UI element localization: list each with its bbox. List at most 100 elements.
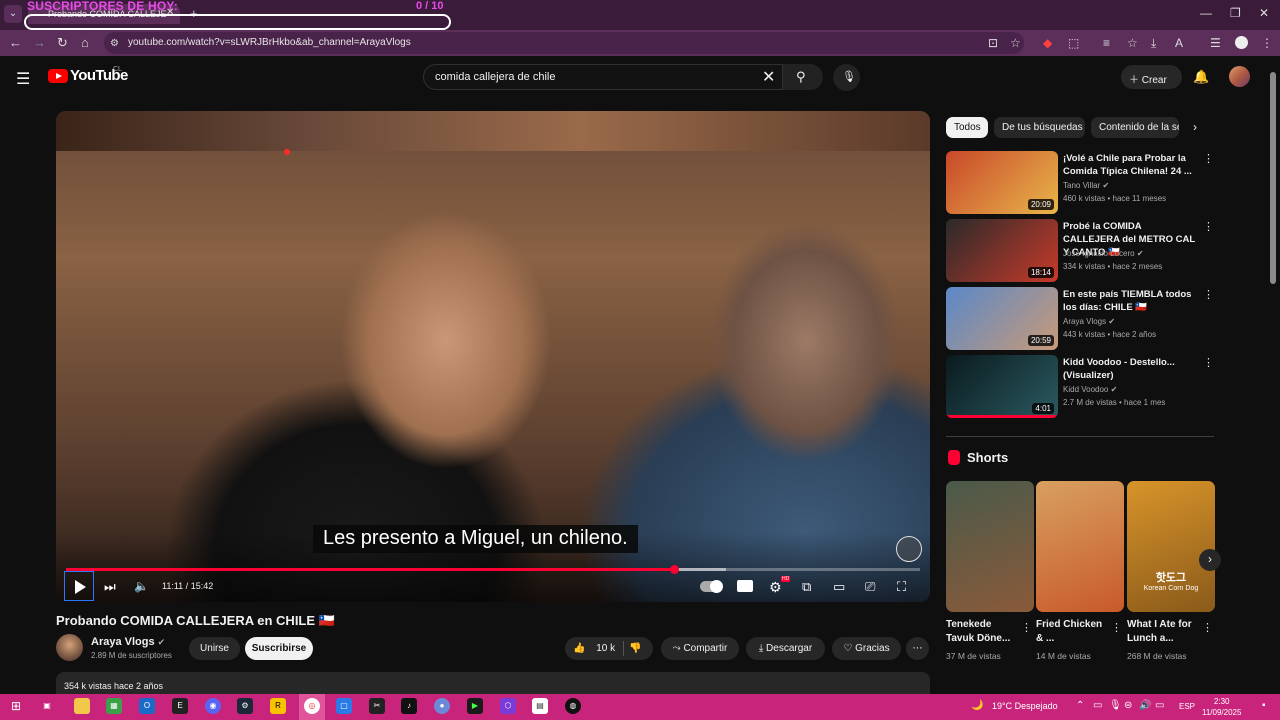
play-button[interactable] [64,571,94,601]
video-title[interactable]: ¡Volé a Chile para Probar la Comida Típi… [1063,152,1199,178]
account-avatar[interactable] [1229,66,1250,87]
app-icon-round[interactable]: ● [434,698,450,714]
profile-manager-icon[interactable]: ≡ [1103,36,1110,50]
chip-contenido[interactable]: Contenido de la se [1091,117,1179,138]
page-scrollbar[interactable] [1270,72,1276,284]
dislike-icon[interactable]: 👎 [629,637,641,660]
bookmark-star-icon[interactable]: ☆ [1010,36,1021,50]
short-thumbnail[interactable]: 핫도그 Korean Corn Dog [1127,481,1215,612]
forward-icon[interactable]: → [33,35,46,50]
translate-icon[interactable]: A [1175,36,1183,50]
reload-icon[interactable]: ↻ [57,35,68,51]
network-tray-icon[interactable]: ▭ [1093,700,1102,711]
steam-icon[interactable]: ⚙ [237,698,253,714]
video-thumbnail[interactable]: 20:09 [946,151,1058,214]
extensions-puzzle-icon[interactable]: ⬚ [1068,36,1079,50]
like-icon[interactable]: 👍 [573,643,585,654]
tray-overflow-icon[interactable]: ⌃ [1076,700,1084,711]
short-thumbnail[interactable] [1036,481,1124,612]
miniplayer-icon[interactable]: ⧉ [802,579,811,595]
task-view-icon[interactable]: ▣ [39,698,55,714]
chip-todos[interactable]: Todos [946,117,988,138]
short-item[interactable]: 핫도그 Korean Corn Dog What I Ate for Lunch a… [1127,481,1215,661]
notepad-icon[interactable]: ▤ [532,698,548,714]
close-window-icon[interactable]: ✕ [1259,6,1269,20]
notifications-bell-icon[interactable]: 🔔 [1193,69,1209,85]
downloads-icon[interactable]: ⤓ [1151,36,1156,51]
channel-name[interactable]: Jose Ignacio Lucero ✔ [1063,249,1144,258]
search-query[interactable]: comida callejera de chile [435,71,555,83]
short-title[interactable]: Fried Chicken & ... [1036,618,1108,646]
obs-icon[interactable]: ◍ [565,698,581,714]
more-options-icon[interactable]: ⋮ [1111,621,1122,634]
youtube-logo-icon[interactable] [48,69,68,83]
video-title[interactable]: Kidd Voodoo - Destello... (Visualizer) [1063,356,1199,382]
channel-name[interactable]: Tano Villar ✔ [1063,181,1109,190]
more-options-icon[interactable]: ⋮ [1203,220,1214,233]
weather-moon-icon[interactable]: 🌙 [971,700,983,711]
short-title[interactable]: Tenekede Tavuk Döne... [946,618,1018,646]
url-text[interactable]: youtube.com/watch?v=sLWRJBrHkbo&ab_chann… [128,37,411,48]
subscribe-button[interactable]: Suscribirse [245,637,313,660]
settings-gear-icon[interactable]: ⚙ [769,579,782,596]
cast-icon[interactable]: ⎚ [865,579,875,595]
progress-scrubber[interactable] [670,565,680,574]
shorts-next-icon[interactable]: › [1199,549,1221,571]
file-explorer-icon[interactable] [74,698,90,714]
video-thumbnail[interactable]: 4:01 [946,355,1058,418]
start-windows-icon[interactable]: ⊞ [8,698,24,714]
weather-text[interactable]: 19°C Despejado [992,701,1058,711]
wifi-icon[interactable]: ⊜ [1124,700,1132,711]
next-video-icon[interactable]: ⏭ [104,579,116,595]
app-icon-purple[interactable]: ⬡ [500,698,516,714]
nvidia-icon[interactable]: ▶ [467,698,483,714]
speaker-icon[interactable]: 🔊 [1139,700,1151,711]
channel-avatar[interactable] [56,634,83,661]
outlook-icon[interactable]: O [139,698,155,714]
recommended-video[interactable]: 18:14 Probé la COMIDA CALLEJERA del METRO… [946,219,1216,283]
tiktok-icon[interactable]: ♪ [401,698,417,714]
recommended-video[interactable]: 20:09 ¡Volé a Chile para Probar la Comida… [946,151,1216,215]
join-button[interactable]: Unirse [189,637,240,660]
site-info-icon[interactable]: ⚙ [110,38,119,49]
theater-mode-icon[interactable]: ▭ [833,579,845,595]
install-app-icon[interactable]: ⊡ [988,36,998,50]
share-button[interactable]: ⤳ Compartir [661,637,739,660]
fullscreen-icon[interactable]: ⛶ [897,579,906,595]
more-options-icon[interactable]: ⋮ [1203,288,1214,301]
rockstar-icon[interactable]: R [270,698,286,714]
hamburger-menu-icon[interactable]: ☰ [16,69,30,89]
channel-name[interactable]: Araya Vlogs ✔ [1063,317,1115,326]
video-thumbnail[interactable]: 18:14 [946,219,1058,282]
search-button[interactable]: ⚲ [783,64,823,90]
more-actions-icon[interactable]: ⋯ [906,637,929,660]
recommended-video[interactable]: 4:01 Kidd Voodoo - Destello... (Visualize… [946,355,1216,419]
app-icon-blue[interactable]: ▢ [336,698,352,714]
more-options-icon[interactable]: ⋮ [1021,621,1032,634]
back-icon[interactable]: ← [9,35,22,50]
clear-search-icon[interactable]: ✕ [762,67,775,87]
thanks-button[interactable]: ♡ Gracias [832,637,901,660]
volume-icon[interactable]: 🔈 [134,579,149,593]
chips-next-icon[interactable]: › [1193,120,1197,134]
capcut-icon[interactable]: ✂ [369,698,385,714]
discord-icon[interactable]: ◉ [205,698,221,714]
extension-red-icon[interactable]: ◆ [1043,36,1052,50]
home-icon[interactable]: ⌂ [81,35,89,50]
battery-icon[interactable]: ▭ [1155,700,1164,711]
epic-games-icon[interactable]: E [172,698,188,714]
recommended-video[interactable]: 20:59 En este país TIEMBLA todos los días… [946,287,1216,351]
subtitles-icon[interactable] [737,580,753,592]
more-options-icon[interactable]: ⋮ [1203,152,1214,165]
taskbar-clock[interactable]: 2:30 11/09/2025 [1202,696,1241,718]
video-title[interactable]: En este país TIEMBLA todos los días: CHI… [1063,288,1199,314]
minimize-icon[interactable]: — [1200,6,1212,20]
autoplay-toggle[interactable] [700,580,723,593]
favorites-icon[interactable]: ☆ [1127,36,1138,50]
reading-list-icon[interactable]: ☰ [1210,36,1221,50]
short-item[interactable]: Fried Chicken & ... 14 M de vistas ⋮ [1036,481,1124,661]
restore-icon[interactable]: ❐ [1230,6,1241,20]
notifications-icon[interactable]: ▪ [1262,700,1266,711]
chip-de-tus-busquedas[interactable]: De tus búsquedas [994,117,1085,138]
short-item[interactable]: Tenekede Tavuk Döne... 37 M de vistas ⋮ [946,481,1034,661]
